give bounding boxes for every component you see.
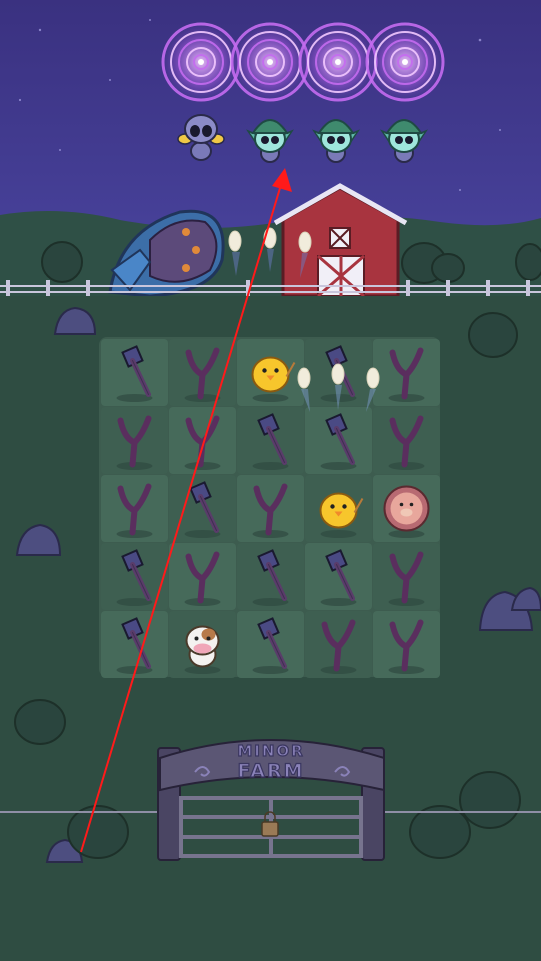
board-cell[interactable] (305, 611, 372, 678)
cow-icon (185, 625, 220, 668)
board-cell[interactable] (169, 339, 236, 406)
fence-post (486, 280, 490, 296)
pig-badge-icon (383, 485, 430, 532)
gate-sign-line2: FARM (237, 760, 304, 782)
fence-post (86, 280, 90, 296)
board-cell[interactable] (101, 339, 168, 406)
board-cell[interactable] (305, 475, 372, 542)
board-cell[interactable] (237, 611, 304, 678)
fence-post (6, 280, 10, 296)
fence-post (406, 280, 410, 296)
fence-post (446, 280, 450, 296)
game-canvas: MINOR FARM (0, 0, 541, 961)
fence-post (46, 280, 50, 296)
board-cell[interactable] (237, 339, 304, 406)
board-cell[interactable] (305, 407, 372, 474)
board-cell[interactable] (169, 475, 236, 542)
fence-post (526, 280, 530, 296)
gate-sign-line1: MINOR (237, 742, 304, 760)
board-cell[interactable] (373, 611, 440, 678)
game-scene: MINOR FARM (0, 0, 541, 961)
board-cell[interactable] (101, 611, 168, 678)
game-board (101, 339, 440, 678)
board-cell[interactable] (169, 543, 236, 610)
board-cell[interactable] (101, 543, 168, 610)
board-cell[interactable] (169, 611, 236, 678)
board-cell[interactable] (373, 407, 440, 474)
board-cell[interactable] (237, 475, 304, 542)
board-cell[interactable] (373, 475, 440, 542)
board-cell[interactable] (169, 407, 236, 474)
board-cell[interactable] (237, 543, 304, 610)
board-cell[interactable] (237, 407, 304, 474)
board-cell[interactable] (305, 543, 372, 610)
board-cell[interactable] (373, 339, 440, 406)
portal-icon (365, 22, 445, 102)
portal-icon (161, 22, 241, 102)
board-cell[interactable] (101, 407, 168, 474)
board-cell[interactable] (101, 475, 168, 542)
board-cell[interactable] (373, 543, 440, 610)
